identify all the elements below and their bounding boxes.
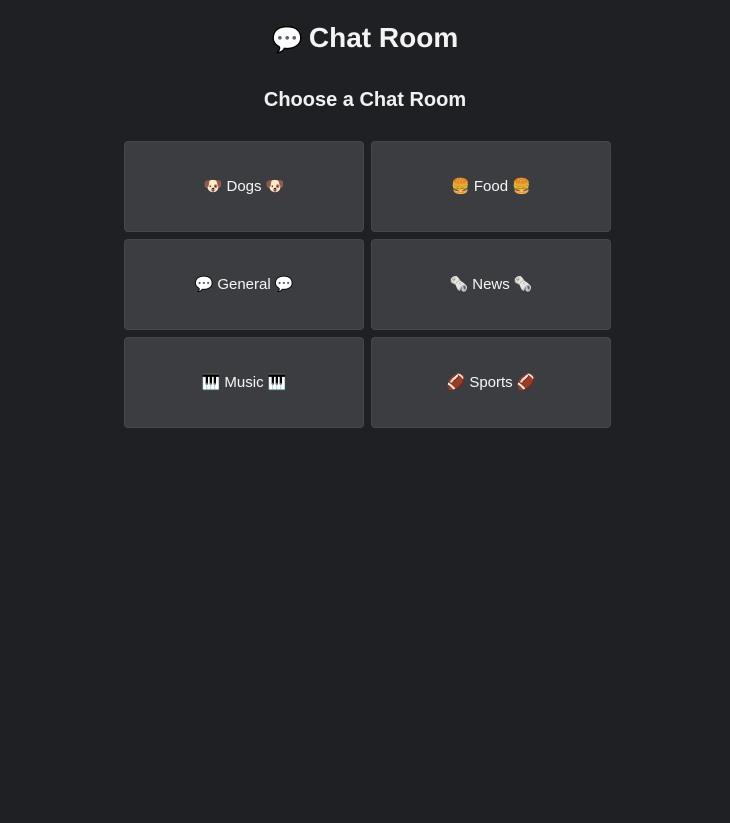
burger-icon: 🍔: [512, 177, 531, 195]
burger-icon: 🍔: [451, 177, 470, 195]
speech-bubble-icon: 💬: [274, 275, 294, 293]
room-label: Music: [224, 373, 264, 391]
piano-keys-icon: 🎹: [267, 373, 287, 391]
speech-bubble-icon: 💬: [194, 275, 214, 293]
room-button-news[interactable]: 🗞️ News 🗞️: [371, 239, 611, 330]
room-label: Sports: [469, 373, 513, 391]
room-label: General: [217, 275, 271, 293]
room-label: Dogs: [226, 177, 262, 195]
page-title-text: Chat Room: [308, 22, 459, 53]
speech-bubble-icon: 💬: [271, 26, 303, 54]
football-icon: 🏈: [516, 373, 536, 391]
dog-icon: 🐶: [265, 177, 285, 195]
room-label: News: [472, 275, 510, 293]
room-button-music[interactable]: 🎹 Music 🎹: [124, 337, 364, 428]
room-button-dogs[interactable]: 🐶 Dogs 🐶: [124, 141, 364, 232]
chat-room-page: 💬 Chat Room Choose a Chat Room 🐶 Dogs 🐶 🍔…: [0, 0, 730, 823]
room-button-general[interactable]: 💬 General 💬: [124, 239, 364, 330]
football-icon: 🏈: [446, 373, 466, 391]
piano-keys-icon: 🎹: [201, 373, 221, 391]
chat-room-grid: 🐶 Dogs 🐶 🍔 Food 🍔 💬 General 💬 🗞️ News 🗞️…: [124, 141, 611, 428]
room-button-food[interactable]: 🍔 Food 🍔: [371, 141, 611, 232]
newspaper-icon: 🗞️: [513, 275, 533, 293]
room-button-sports[interactable]: 🏈 Sports 🏈: [371, 337, 611, 428]
room-label: Food: [473, 177, 509, 195]
section-heading: Choose a Chat Room: [263, 89, 467, 111]
newspaper-icon: 🗞️: [449, 275, 469, 293]
page-title: 💬 Chat Room: [0, 19, 730, 59]
dog-icon: 🐶: [203, 177, 223, 195]
